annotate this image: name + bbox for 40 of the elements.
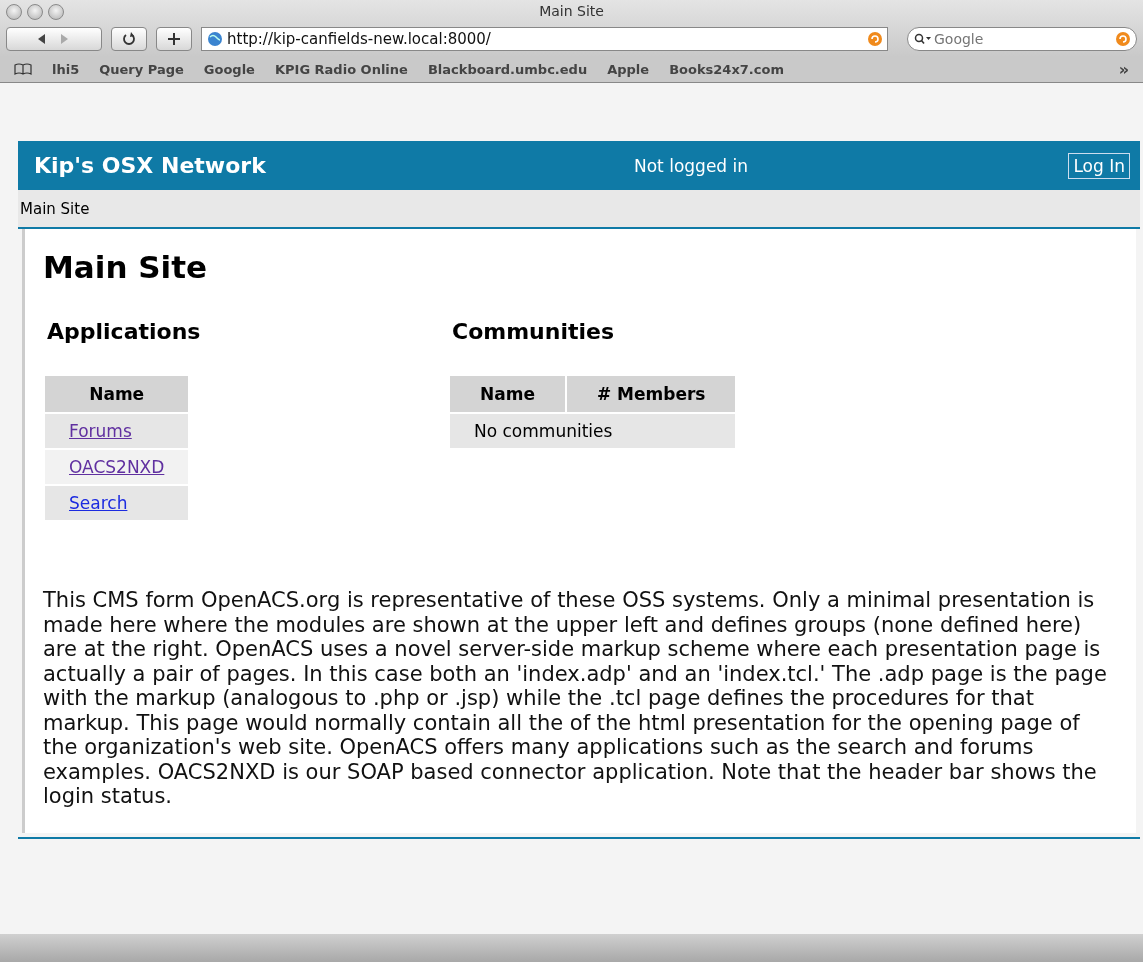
- table-cell: No communities: [450, 414, 736, 448]
- search-field[interactable]: Google: [907, 27, 1137, 51]
- login-button[interactable]: Log In: [1068, 152, 1130, 179]
- add-bookmark-button[interactable]: [156, 27, 192, 51]
- bookmark-link[interactable]: lhi5: [52, 61, 80, 77]
- address-field[interactable]: http://kip-canfields-new.local:8000/: [201, 27, 888, 51]
- section-heading: Communities: [451, 319, 616, 344]
- book-icon[interactable]: [14, 63, 32, 75]
- application-link[interactable]: Search: [69, 493, 128, 513]
- column-header: # Members: [566, 376, 736, 412]
- column-header: Name: [45, 376, 189, 412]
- bookmark-link[interactable]: Apple: [607, 61, 650, 77]
- application-link[interactable]: Forums: [69, 421, 132, 441]
- bookmark-link[interactable]: Books24x7.com: [669, 61, 784, 77]
- breadcrumb: Main Site: [18, 190, 1140, 229]
- description-paragraph: This CMS form OpenACS.org is representative of these OSS systems. Only a minimal presentation is made here where the modules are shown at the upper left and defines groups (none defined here) are at the right. OpenACS uses a novel server-side markup scheme where each presentation page is actually a pair of pages. In this case both an 'index.adp' and an 'index.tcl.' The .adp page is the page with the markup (analogous to .php or .jsp) while the .tcl page defines the procedures for that markup. This page would normally contain all the of the html presentation for the opening page of the organization's web site. OpenACS offers many applications such as the search and forums examples. OACS2NXD is our SOAP based connector application. Note that the header bar shows the login status.: [43, 588, 1108, 809]
- bookmark-link[interactable]: Google: [203, 61, 255, 77]
- page-title: Main Site: [43, 249, 209, 285]
- reload-icon: [122, 32, 136, 46]
- zoom-button[interactable]: [48, 4, 64, 20]
- bookmark-link[interactable]: Blackboard.umbc.edu: [427, 61, 588, 77]
- close-button[interactable]: [6, 4, 22, 20]
- window-title: Main Site: [539, 3, 604, 19]
- bookmark-link[interactable]: Query Page: [99, 61, 184, 77]
- application-link[interactable]: OACS2NXD: [69, 457, 165, 477]
- search-input[interactable]: Google: [932, 30, 1116, 48]
- snapback-icon[interactable]: [868, 32, 882, 46]
- more-bookmarks-button[interactable]: »: [1118, 59, 1129, 79]
- section-heading: Applications: [46, 319, 202, 344]
- plus-icon: [167, 32, 181, 46]
- reload-button[interactable]: [111, 27, 147, 51]
- login-status: Not logged in: [633, 155, 750, 176]
- site-name[interactable]: Kip's OSX Network: [34, 153, 574, 178]
- search-icon[interactable]: [914, 33, 932, 45]
- back-forward-button[interactable]: [6, 27, 102, 51]
- minimize-button[interactable]: [27, 4, 43, 20]
- snapback-icon[interactable]: [1116, 32, 1130, 46]
- column-header: Name: [450, 376, 565, 412]
- globe-icon: [207, 31, 223, 47]
- bookmark-link[interactable]: KPIG Radio Online: [274, 61, 408, 77]
